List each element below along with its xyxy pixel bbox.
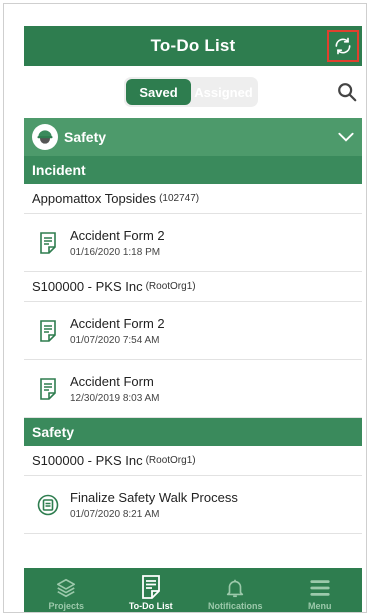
safety-walk-icon [28,494,68,516]
group-org: (RootOrg1) [145,281,196,292]
form-icon [28,377,68,400]
group-name: S100000 - PKS Inc [32,453,143,468]
item-name: Accident Form 2 [70,315,165,331]
form-icon [28,231,68,254]
list-item[interactable]: Accident Form 2 01/16/2020 1:18 PM [24,214,362,272]
todo-app: To-Do List Saved Assigned Safety Inciden… [24,26,363,612]
list-item[interactable]: Finalize Safety Walk Process 01/07/2020 … [24,476,362,534]
module-header-safety[interactable]: Safety [24,118,362,156]
tab-label: Notifications [207,601,263,611]
item-name: Accident Form [70,373,154,389]
group-header: S100000 - PKS Inc (RootOrg1) [24,446,362,476]
section-header: Incident [24,156,362,184]
filter-row: Saved Assigned [24,66,362,118]
search-button[interactable] [336,81,360,105]
assigned-tab[interactable]: Assigned [191,79,256,105]
refresh-button[interactable] [327,30,359,62]
tab-menu[interactable]: Menu [278,568,363,612]
layers-icon [57,578,76,598]
group-header: S100000 - PKS Inc (RootOrg1) [24,272,362,302]
item-date: 01/07/2020 7:54 AM [70,334,160,346]
header: To-Do List [24,26,362,66]
module-title: Safety [64,129,107,145]
hardhat-icon [37,130,53,144]
item-date: 12/30/2019 8:03 AM [70,392,160,404]
list-item[interactable]: Accident Form 12/30/2019 8:03 AM [24,360,362,418]
chevron-down-icon[interactable] [336,127,356,147]
page-title: To-Do List [150,36,236,55]
tab-notifications[interactable]: Notifications [193,568,278,612]
list-item[interactable]: Accident Form 2 01/07/2020 7:54 AM [24,302,362,360]
section-header: Safety [24,418,362,446]
form-icon [28,319,68,342]
tab-label: Menu [308,601,332,611]
menu-icon [310,580,330,596]
search-icon [338,83,357,102]
tab-label: To-Do List [128,601,173,611]
screenshot-frame: To-Do List Saved Assigned Safety Inciden… [3,3,367,613]
refresh-icon [335,37,351,55]
item-date: 01/07/2020 8:21 AM [70,508,160,520]
saved-assigned-toggle: Saved Assigned [124,77,258,107]
group-header: Appomattox Topsides (102747) [24,184,362,214]
bell-icon [227,579,244,598]
item-name: Finalize Safety Walk Process [70,489,238,505]
item-date: 01/16/2020 1:18 PM [70,246,161,258]
group-org: (102747) [159,193,200,204]
todo-list-icon [141,575,160,599]
item-name: Accident Form 2 [70,227,165,243]
group-org: (RootOrg1) [145,455,196,466]
bottom-tab-bar: Projects To-Do List Notifications Menu [24,568,363,612]
tab-projects[interactable]: Projects [24,568,109,612]
tab-todo-list[interactable]: To-Do List [109,568,194,612]
saved-tab[interactable]: Saved [126,79,191,105]
module-avatar [32,124,58,150]
group-name: S100000 - PKS Inc [32,279,143,294]
tab-label: Projects [48,601,85,611]
group-name: Appomattox Topsides [32,191,157,206]
